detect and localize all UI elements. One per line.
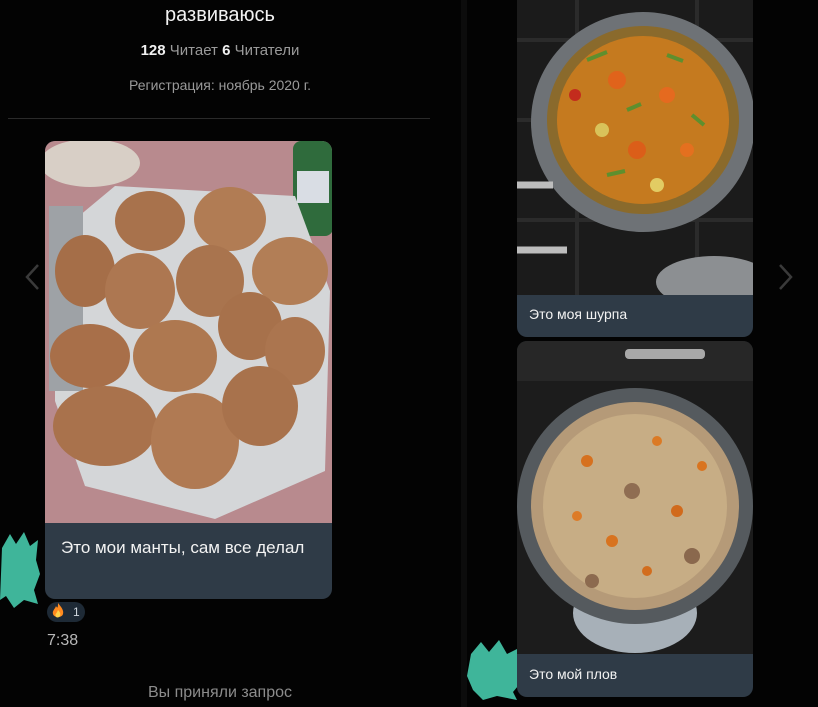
message-time: 7:38: [47, 632, 79, 649]
chevron-left-icon[interactable]: [22, 262, 44, 292]
message-caption: Это мои манты, сам все делал: [61, 538, 305, 557]
registration-date: Регистрация: ноябрь 2020 г.: [128, 77, 312, 93]
reaction-badge[interactable]: 1: [47, 602, 85, 622]
plov-photo[interactable]: [517, 341, 753, 654]
fire-icon: [52, 603, 64, 618]
chevron-right-icon[interactable]: [774, 262, 796, 292]
followers-label[interactable]: Читатели: [235, 42, 300, 59]
message-caption: Это мой плов: [529, 666, 618, 682]
message-caption: Это моя шурпа: [529, 306, 628, 322]
following-label[interactable]: Читает: [170, 42, 218, 59]
followers-count[interactable]: 6: [222, 42, 230, 59]
system-message: Вы приняли запрос: [147, 684, 293, 701]
following-count[interactable]: 128: [141, 42, 166, 59]
avatar[interactable]: [467, 640, 523, 700]
profile-stats: 128 Читает 6 Читатели: [0, 42, 440, 59]
profile-name: развиваюсь: [165, 4, 275, 26]
manti-photo[interactable]: [45, 141, 332, 523]
message-bubble-plov[interactable]: Это мой плов: [517, 341, 753, 697]
shurpa-photo[interactable]: [517, 0, 753, 295]
chat-screen-left: развиваюсь 128 Читает 6 Читатели Регистр…: [0, 0, 461, 707]
header-divider: [8, 118, 430, 119]
message-bubble-shurpa[interactable]: Это моя шурпа: [517, 0, 753, 337]
message-bubble-manti[interactable]: Это мои манты, сам все делал: [45, 141, 332, 599]
avatar[interactable]: [0, 530, 40, 610]
reaction-count: 1: [73, 605, 80, 619]
